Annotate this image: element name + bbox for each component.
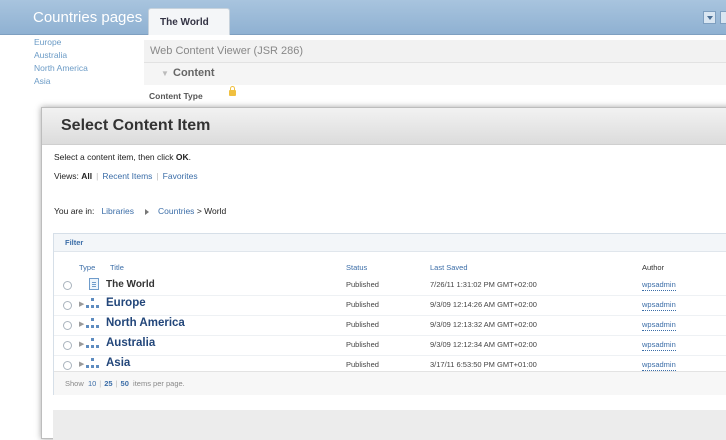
instruction-suffix: . [188,152,192,162]
row-title[interactable]: Europe [106,297,146,309]
row-title[interactable]: Australia [106,337,155,349]
breadcrumb-arrow-icon[interactable] [145,208,150,215]
pager-suffix: items per page. [133,379,185,388]
lock-icon [229,86,236,96]
dialog-instruction: Select a content item, then click OK. [54,152,191,162]
row-author[interactable]: wpsadmin [642,340,676,351]
row-last-saved: 9/3/09 12:13:32 AM GMT+02:00 [430,320,537,329]
folder-tree-icon [86,318,100,330]
table-row[interactable]: ▶ North America Published 9/3/09 12:13:3… [54,315,726,336]
page-size-25[interactable]: 25 [104,379,112,388]
table-row[interactable]: ▶ Australia Published 9/3/09 12:12:34 AM… [54,335,726,356]
row-last-saved: 7/26/11 1:31:02 PM GMT+02:00 [430,280,537,289]
column-header-type[interactable]: Type [79,263,95,272]
folder-tree-icon [86,338,100,350]
breadcrumb-countries[interactable]: Countries [158,206,194,216]
expand-arrow-icon[interactable]: ▶ [79,300,84,308]
folder-tree-icon [86,358,100,370]
table-row[interactable]: The World Published 7/26/11 1:31:02 PM G… [54,275,726,296]
portlet-title: Web Content Viewer (JSR 286) [150,45,304,57]
site-title[interactable]: Countries pages [33,9,142,26]
views-label: Views: [54,171,79,181]
row-last-saved: 3/17/11 6:53:50 PM GMT+01:00 [430,360,537,369]
folder-tree-icon [86,298,100,310]
content-type-label: Content Type [149,91,203,101]
expand-arrow-icon[interactable]: ▶ [79,360,84,368]
row-last-saved: 9/3/09 12:14:26 AM GMT+02:00 [430,300,537,309]
row-title[interactable]: North America [106,317,185,329]
tab-the-world[interactable]: The World [148,8,230,35]
row-radio[interactable] [63,361,72,370]
page-size-50[interactable]: 50 [121,379,129,388]
filter-link[interactable]: Filter [65,238,83,247]
instruction-prefix: Select a content item, then click [54,152,176,162]
column-header-status[interactable]: Status [346,263,367,272]
column-header-author[interactable]: Author [642,263,664,272]
breadcrumb-libraries[interactable]: Libraries [101,206,134,216]
dialog-title: Select Content Item [61,117,211,134]
view-recent-items[interactable]: Recent Items [102,171,152,181]
document-icon [89,278,99,290]
page-size-10[interactable]: 10 [88,379,96,388]
filter-bar: Filter [54,234,726,252]
left-navigation: Europe Australia North America Asia [34,36,88,88]
view-favorites[interactable]: Favorites [163,171,198,181]
row-radio[interactable] [63,301,72,310]
row-author[interactable]: wpsadmin [642,280,676,291]
breadcrumb-current: World [204,206,227,216]
pager-show-label: Show [65,379,84,388]
row-status: Published [346,340,379,349]
content-section-label: Content [173,67,215,79]
portlet-header: Web Content Viewer (JSR 286) [144,40,726,63]
top-banner: Countries pages The World [0,0,726,35]
dialog-header: Select Content Item [42,108,726,145]
breadcrumb-separator: > [196,206,202,216]
nav-item-asia[interactable]: Asia [34,75,88,88]
row-radio[interactable] [63,281,72,290]
row-status: Published [346,360,379,369]
dialog-footer [53,410,726,440]
content-section-header[interactable]: ▼ Content [144,63,726,85]
column-header-title[interactable]: Title [110,263,124,272]
row-status: Published [346,280,379,289]
column-header-last-saved[interactable]: Last Saved [430,263,468,272]
view-all[interactable]: All [81,171,92,181]
select-content-dialog: Select Content Item Select a content ite… [41,107,726,440]
row-status: Published [346,300,379,309]
table-row[interactable]: ▶ Europe Published 9/3/09 12:14:26 AM GM… [54,295,726,316]
expand-arrow-icon[interactable]: ▶ [79,340,84,348]
pagination-bar: Show 10 | 25 | 50 items per page. [54,371,726,395]
views-bar: Views: All | Recent Items | Favorites [54,171,198,181]
row-status: Published [346,320,379,329]
row-author[interactable]: wpsadmin [642,320,676,331]
nav-item-north-america[interactable]: North America [34,62,88,75]
content-type-row: Content Type [144,86,726,106]
breadcrumb: You are in: Libraries Countries > World [54,206,226,216]
row-last-saved: 9/3/09 12:12:34 AM GMT+02:00 [430,340,537,349]
nav-item-europe[interactable]: Europe [34,36,88,49]
expand-arrow-icon[interactable]: ▶ [79,320,84,328]
breadcrumb-label: You are in: [54,206,95,216]
row-radio[interactable] [63,341,72,350]
content-item-table: Filter Type Title Status Last Saved Auth… [53,233,726,395]
row-author[interactable]: wpsadmin [642,360,676,371]
row-title[interactable]: The World [106,279,155,290]
collapse-arrow-icon[interactable]: ▼ [161,69,169,78]
nav-item-australia[interactable]: Australia [34,49,88,62]
dropdown-icon[interactable] [703,11,716,24]
row-radio[interactable] [63,321,72,330]
toolbar-button[interactable] [720,11,726,24]
row-title[interactable]: Asia [106,357,130,369]
page-size-selector: Show 10 | 25 | 50 items per page. [65,379,185,388]
instruction-ok: OK [175,152,189,162]
row-author[interactable]: wpsadmin [642,300,676,311]
